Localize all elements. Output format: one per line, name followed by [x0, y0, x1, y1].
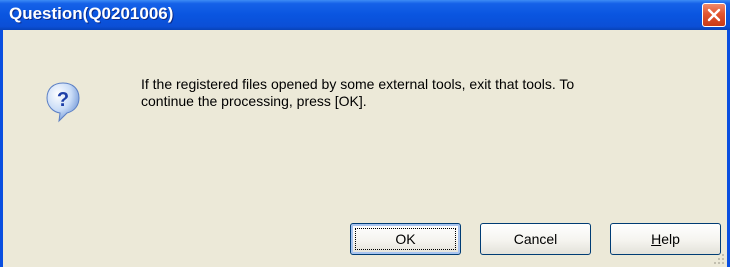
dialog-body: ? If the registered files opened by some… — [3, 30, 727, 267]
title-bar[interactable]: Question(Q0201006) — [0, 0, 730, 30]
help-button-label: elp — [661, 231, 680, 247]
message-text: If the registered files opened by some e… — [141, 76, 696, 110]
cancel-button-label: Cancel — [513, 231, 558, 247]
message-line-1: If the registered files opened by some e… — [141, 76, 575, 92]
resize-grip-icon[interactable] — [713, 253, 725, 265]
svg-text:?: ? — [57, 89, 69, 111]
cancel-button[interactable]: Cancel — [480, 223, 591, 255]
focus-rectangle — [355, 228, 456, 250]
help-button[interactable]: Help — [610, 223, 721, 255]
window-title: Question(Q0201006) — [9, 4, 174, 23]
message-line-2: continue the processing, press [OK]. — [141, 93, 367, 109]
close-button[interactable] — [702, 3, 726, 27]
ok-button[interactable]: OK — [350, 223, 461, 255]
dialog-window: Question(Q0201006) ? If the registered f… — [0, 0, 730, 267]
question-icon: ? — [46, 82, 80, 123]
help-button-mnemonic: H — [651, 231, 662, 247]
close-icon — [707, 8, 721, 22]
